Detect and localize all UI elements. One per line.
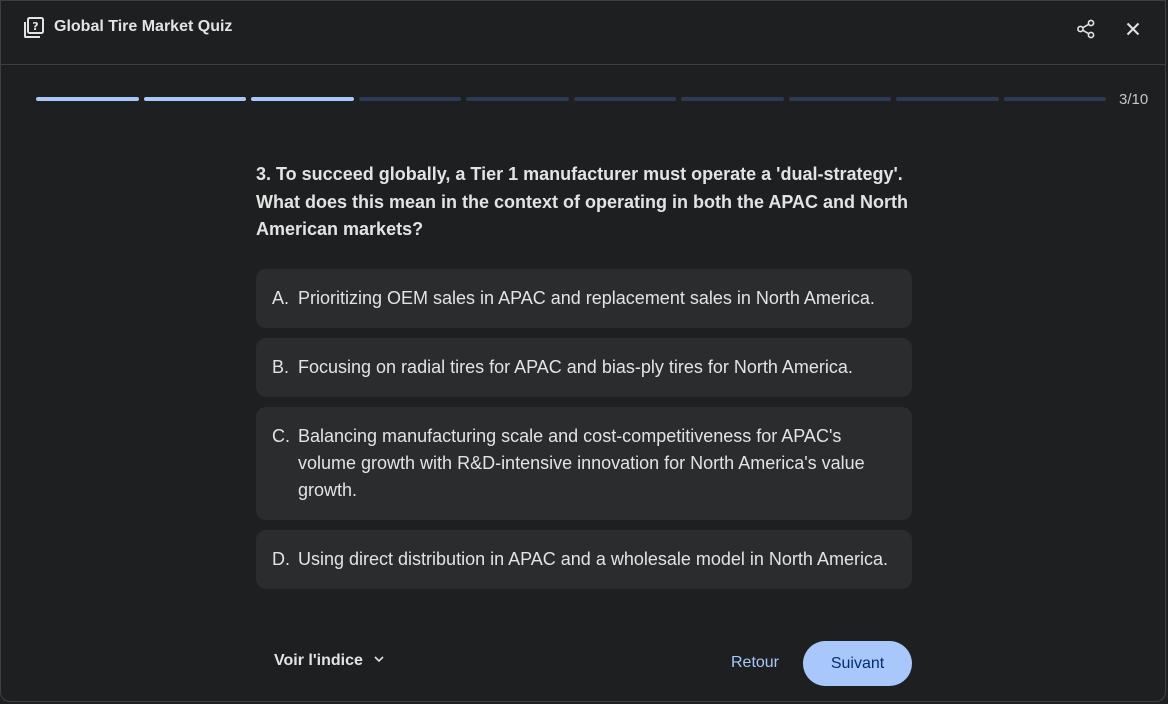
progress-segment: [896, 97, 999, 101]
hint-label: Voir l'indice: [274, 652, 363, 669]
progress-segment: [788, 97, 891, 101]
progress-segment: [681, 97, 784, 101]
question-text: 3. To succeed globally, a Tier 1 manufac…: [256, 164, 908, 239]
option-text: Focusing on radial tires for APAC and bi…: [298, 357, 853, 377]
quiz-window: ? Global Tire Market Quiz 3/10 3. To suc…: [0, 0, 1166, 702]
progress-segment: [251, 97, 354, 101]
option-b[interactable]: B. Focusing on radial tires for APAC and…: [256, 338, 912, 397]
progress-bar: [36, 97, 1106, 102]
option-letter: A.: [272, 288, 290, 308]
progress-segment: [358, 97, 461, 101]
progress-segment: [573, 97, 676, 101]
progress-segment: [143, 97, 246, 101]
next-button[interactable]: Suivant: [803, 641, 912, 686]
option-d[interactable]: D. Using direct distribution in APAC and…: [256, 530, 912, 589]
close-button[interactable]: [1120, 18, 1146, 44]
quiz-icon: ?: [23, 17, 45, 39]
progress-count: 3/10: [1119, 91, 1149, 108]
svg-text:?: ?: [32, 20, 38, 33]
quiz-title: Global Tire Market Quiz: [54, 18, 233, 35]
hint-toggle[interactable]: Voir l'indice: [274, 652, 385, 670]
option-letter: B.: [272, 357, 290, 377]
answer-options: A. Prioritizing OEM sales in APAC and re…: [256, 269, 912, 599]
option-c[interactable]: C. Balancing manufacturing scale and cos…: [256, 407, 912, 520]
close-icon: [1126, 22, 1140, 41]
progress-segment: [466, 97, 569, 101]
option-a[interactable]: A. Prioritizing OEM sales in APAC and re…: [256, 269, 912, 328]
option-text: Balancing manufacturing scale and cost-c…: [298, 426, 865, 500]
share-button[interactable]: [1073, 18, 1099, 44]
share-icon: [1076, 19, 1096, 44]
option-text: Prioritizing OEM sales in APAC and repla…: [298, 288, 875, 308]
progress-segment: [1003, 97, 1106, 101]
option-letter: C.: [272, 426, 290, 446]
chevron-down-icon: [373, 652, 385, 670]
option-letter: D.: [272, 549, 290, 569]
option-text: Using direct distribution in APAC and a …: [298, 549, 888, 569]
progress-segment: [36, 97, 139, 101]
back-button[interactable]: Retour: [713, 641, 797, 685]
quiz-header: ? Global Tire Market Quiz: [1, 1, 1165, 65]
